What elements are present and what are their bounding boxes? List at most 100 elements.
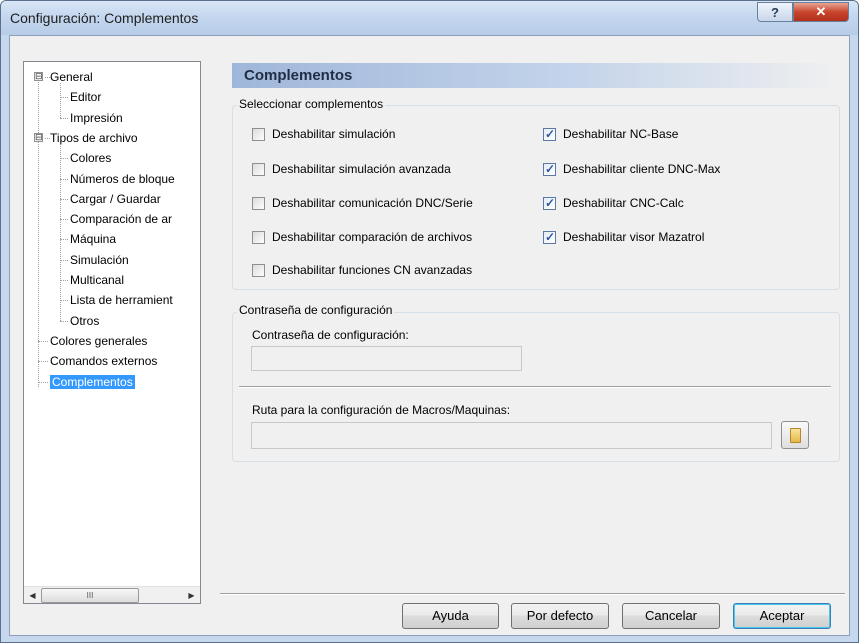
scroll-right-icon[interactable]: ▶ (183, 587, 200, 604)
defaults-button[interactable]: Por defecto (511, 603, 609, 629)
tree-item-label: Multicanal (70, 273, 125, 287)
tree-item[interactable]: Comparación de ar (70, 209, 172, 229)
plugin-checkbox-label: Deshabilitar simulación (272, 127, 396, 141)
checkbox-unchecked-icon[interactable] (252, 197, 265, 210)
title-bar[interactable]: Configuración: Complementos ? ✕ (1, 1, 858, 35)
tree-item-label: Impresión (70, 110, 123, 125)
tree-item[interactable]: Comandos externos (50, 351, 157, 371)
scroll-thumb[interactable]: III (41, 588, 139, 603)
password-group-label: Contraseña de configuración (237, 303, 395, 317)
checkbox-checked-icon[interactable]: ✓ (543, 127, 556, 141)
category-tree[interactable]: ⊟ General Editor Impresión ⊟ Tipos de archivo… (23, 61, 201, 604)
checkbox-checked-icon[interactable]: ✓ (543, 162, 556, 176)
folder-icon (790, 428, 801, 443)
tree-item[interactable]: Otros (70, 311, 99, 331)
checkbox-unchecked-icon[interactable] (252, 231, 265, 244)
tree-connector (60, 198, 68, 200)
plugins-group-label: Seleccionar complementos (237, 97, 386, 111)
plugin-checkbox-label: Deshabilitar visor Mazatrol (563, 230, 705, 244)
plugin-checkbox-label: Deshabilitar NC-Base (563, 127, 679, 141)
help-button[interactable]: Ayuda (402, 603, 499, 629)
checkmark-icon: ✓ (545, 196, 556, 210)
scroll-left-icon[interactable]: ◀ (24, 587, 41, 604)
checkbox-checked-icon[interactable]: ✓ (543, 196, 556, 210)
plugin-checkbox-label: Deshabilitar funciones CN avanzadas (272, 263, 473, 277)
tree-item-label: Lista de herramient (70, 293, 173, 308)
tree-connector (38, 381, 48, 383)
tree-horizontal-scrollbar[interactable]: ◀ III ▶ (24, 586, 200, 603)
help-icon[interactable]: ? (757, 2, 793, 22)
collapse-icon[interactable]: ⊟ (34, 132, 43, 142)
checkbox-unchecked-icon[interactable] (252, 264, 265, 277)
tree-item[interactable]: Cargar / Guardar (70, 189, 161, 209)
tree-item-label: Comparación de ar (70, 212, 173, 227)
tree-connector (60, 178, 68, 180)
window-title: Configuración: Complementos (10, 10, 199, 26)
tree-item[interactable]: Impresión (70, 108, 123, 128)
browse-folder-button[interactable] (781, 421, 809, 449)
tree-item[interactable]: Lista de herramient (70, 290, 173, 310)
tree-connector (60, 300, 68, 302)
checkbox-unchecked-icon[interactable] (252, 163, 265, 176)
checkmark-icon: ✓ (545, 230, 556, 244)
dialog-body: ⊟ General Editor Impresión ⊟ Tipos de archivo… (9, 35, 850, 636)
tree-item-label: Máquina (70, 232, 117, 247)
separator (239, 386, 831, 388)
password-field-label: Contraseña de configuración: (252, 328, 409, 342)
plugin-checkbox-label: Deshabilitar comparación de archivos (272, 230, 473, 244)
checkmark-icon: ✓ (545, 127, 556, 141)
password-field[interactable] (251, 346, 522, 371)
tree-item-label: Simulación (70, 252, 129, 267)
plugin-checkbox-label: Deshabilitar CNC-Calc (563, 196, 684, 210)
tree-item-label: Colores (70, 151, 112, 166)
panel-title: Complementos (244, 67, 353, 84)
plugin-checkbox-label: Deshabilitar cliente DNC-Max (563, 162, 721, 176)
tree-connector (60, 239, 68, 241)
tree-item[interactable]: Números de bloque (70, 169, 175, 189)
tree-item[interactable]: General (50, 67, 93, 87)
tree-connector (60, 320, 68, 322)
tree-guide-line (60, 83, 61, 118)
tree-item[interactable]: Editor (70, 87, 101, 107)
tree-item[interactable]: Tipos de archivo (50, 128, 138, 148)
checkmark-icon: ✓ (545, 162, 556, 176)
panel-header: Complementos (232, 63, 840, 88)
tree-item-label: Otros (70, 313, 100, 328)
checkbox-checked-icon[interactable]: ✓ (543, 230, 556, 244)
tree-connector (60, 280, 68, 281)
bottom-separator (220, 593, 845, 595)
settings-dialog: Configuración: Complementos ? ✕ ⊟ General… (0, 0, 859, 643)
plugin-checkbox-label: Deshabilitar comunicación DNC/Serie (272, 196, 473, 210)
tree-connector (60, 259, 68, 261)
macros-path-label: Ruta para la configuración de Macros/Maq… (252, 403, 511, 417)
collapse-icon[interactable]: ⊟ (34, 72, 43, 81)
cancel-button[interactable]: Cancelar (622, 603, 720, 629)
tree-connector (38, 340, 48, 342)
tree-connector (38, 361, 48, 363)
tree-item[interactable]: Multicanal (70, 270, 124, 290)
tree-item-label: General (50, 70, 93, 84)
tree-item[interactable]: Colores generales (50, 331, 147, 351)
macros-path-field[interactable] (251, 422, 772, 449)
plugin-checkbox-label: Deshabilitar simulación avanzada (272, 162, 451, 176)
accept-button[interactable]: Aceptar (733, 603, 831, 629)
tree-item[interactable]: Colores (70, 148, 111, 168)
tree-item-label: Tipos de archivo (50, 130, 138, 145)
tree-item[interactable]: Simulación (70, 250, 129, 270)
tree-connector (60, 117, 68, 119)
tree-item-label: Números de bloque (70, 171, 175, 186)
tree-guide-line (60, 143, 61, 321)
tree-item-label: Editor (70, 90, 102, 105)
tree-content: ⊟ General Editor Impresión ⊟ Tipos de archivo… (24, 62, 200, 585)
tree-item[interactable]: Complementos (50, 372, 135, 392)
tree-connector (60, 97, 68, 99)
tree-item-label: Complementos (50, 374, 135, 389)
close-icon[interactable]: ✕ (793, 2, 849, 22)
checkbox-unchecked-icon[interactable] (252, 128, 265, 141)
tree-item[interactable]: Máquina (70, 229, 116, 249)
tree-connector (60, 219, 68, 221)
tree-item-label: Cargar / Guardar (70, 191, 161, 206)
tree-item-label: Comandos externos (50, 354, 158, 369)
tree-item-label: Colores generales (50, 333, 148, 348)
tree-connector (60, 158, 68, 160)
